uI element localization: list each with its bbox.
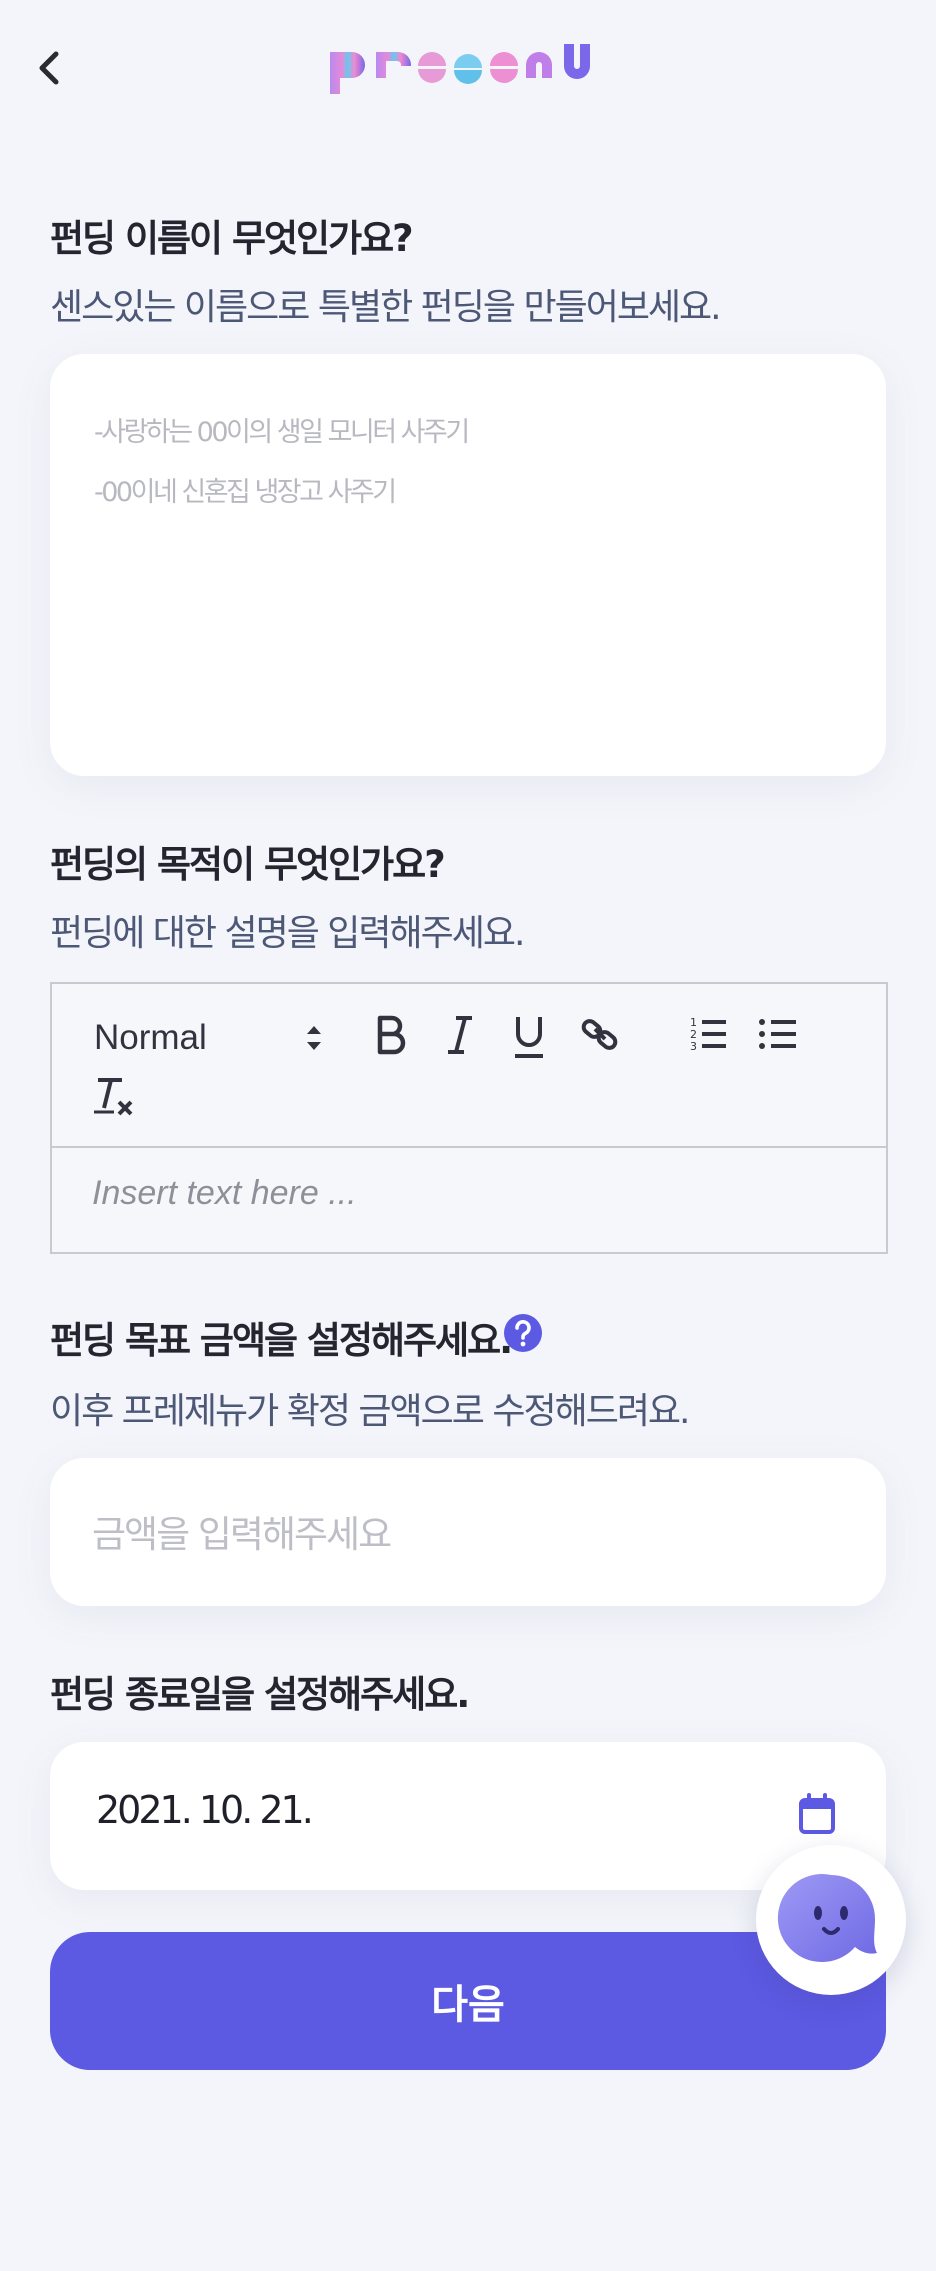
format-select-value: Normal [94, 1018, 207, 1057]
amount-field [50, 1458, 886, 1606]
select-arrows-icon [307, 1026, 321, 1050]
editor-content[interactable]: Insert text here ... [92, 1174, 357, 1213]
funding-purpose-title: 펀딩의 목적이 무엇인가요? [50, 843, 446, 886]
underline-icon[interactable] [510, 1012, 548, 1062]
funding-amount-title: 펀딩 목표 금액을 설정해주세요. [50, 1319, 513, 1362]
funding-purpose-subtitle: 펀딩에 대한 설명을 입력해주세요. [50, 913, 525, 954]
bullet-list-icon[interactable] [758, 1014, 798, 1054]
bold-icon[interactable] [372, 1012, 408, 1058]
link-icon[interactable] [580, 1014, 620, 1054]
amount-input[interactable] [90, 1498, 834, 1570]
rich-text-editor: Normal 1 2 3 Insert text here ... [50, 982, 888, 1254]
editor-toolbar: Normal 1 2 3 [52, 984, 886, 1148]
ordered-list-icon[interactable]: 1 2 3 [688, 1014, 728, 1054]
funding-name-textarea[interactable]: -사랑하는 00이의 생일 모니터 사주기 -00이네 신혼집 냉장고 사주기 [50, 354, 886, 776]
question-circle-icon[interactable] [503, 1313, 543, 1353]
svg-text:3: 3 [690, 1040, 697, 1053]
app-header [0, 0, 936, 140]
funding-end-date-title: 펀딩 종료일을 설정해주세요. [50, 1673, 470, 1716]
presenu-logo [330, 44, 590, 94]
back-button[interactable] [30, 40, 74, 96]
calendar-icon[interactable] [798, 1793, 836, 1835]
clear-format-icon[interactable] [92, 1072, 136, 1120]
chevron-left-icon [39, 51, 59, 85]
placeholder-line: -00이네 신혼집 냉장고 사주기 [94, 477, 397, 508]
funding-amount-subtitle: 이후 프레제뉴가 확정 금액으로 수정해드려요. [50, 1391, 690, 1432]
funding-name-subtitle: 센스있는 이름으로 특별한 펀딩을 만들어보세요. [50, 287, 722, 328]
funding-name-title: 펀딩 이름이 무엇인가요? [50, 217, 414, 260]
italic-icon[interactable] [442, 1012, 478, 1058]
end-date-value: 2021. 10. 21. [96, 1788, 314, 1832]
chatbot-button[interactable] [756, 1845, 906, 1995]
format-select[interactable]: Normal [94, 1012, 324, 1068]
chatbot-ghost-icon [777, 1874, 877, 1963]
placeholder-line: -사랑하는 00이의 생일 모니터 사주기 [94, 417, 470, 448]
